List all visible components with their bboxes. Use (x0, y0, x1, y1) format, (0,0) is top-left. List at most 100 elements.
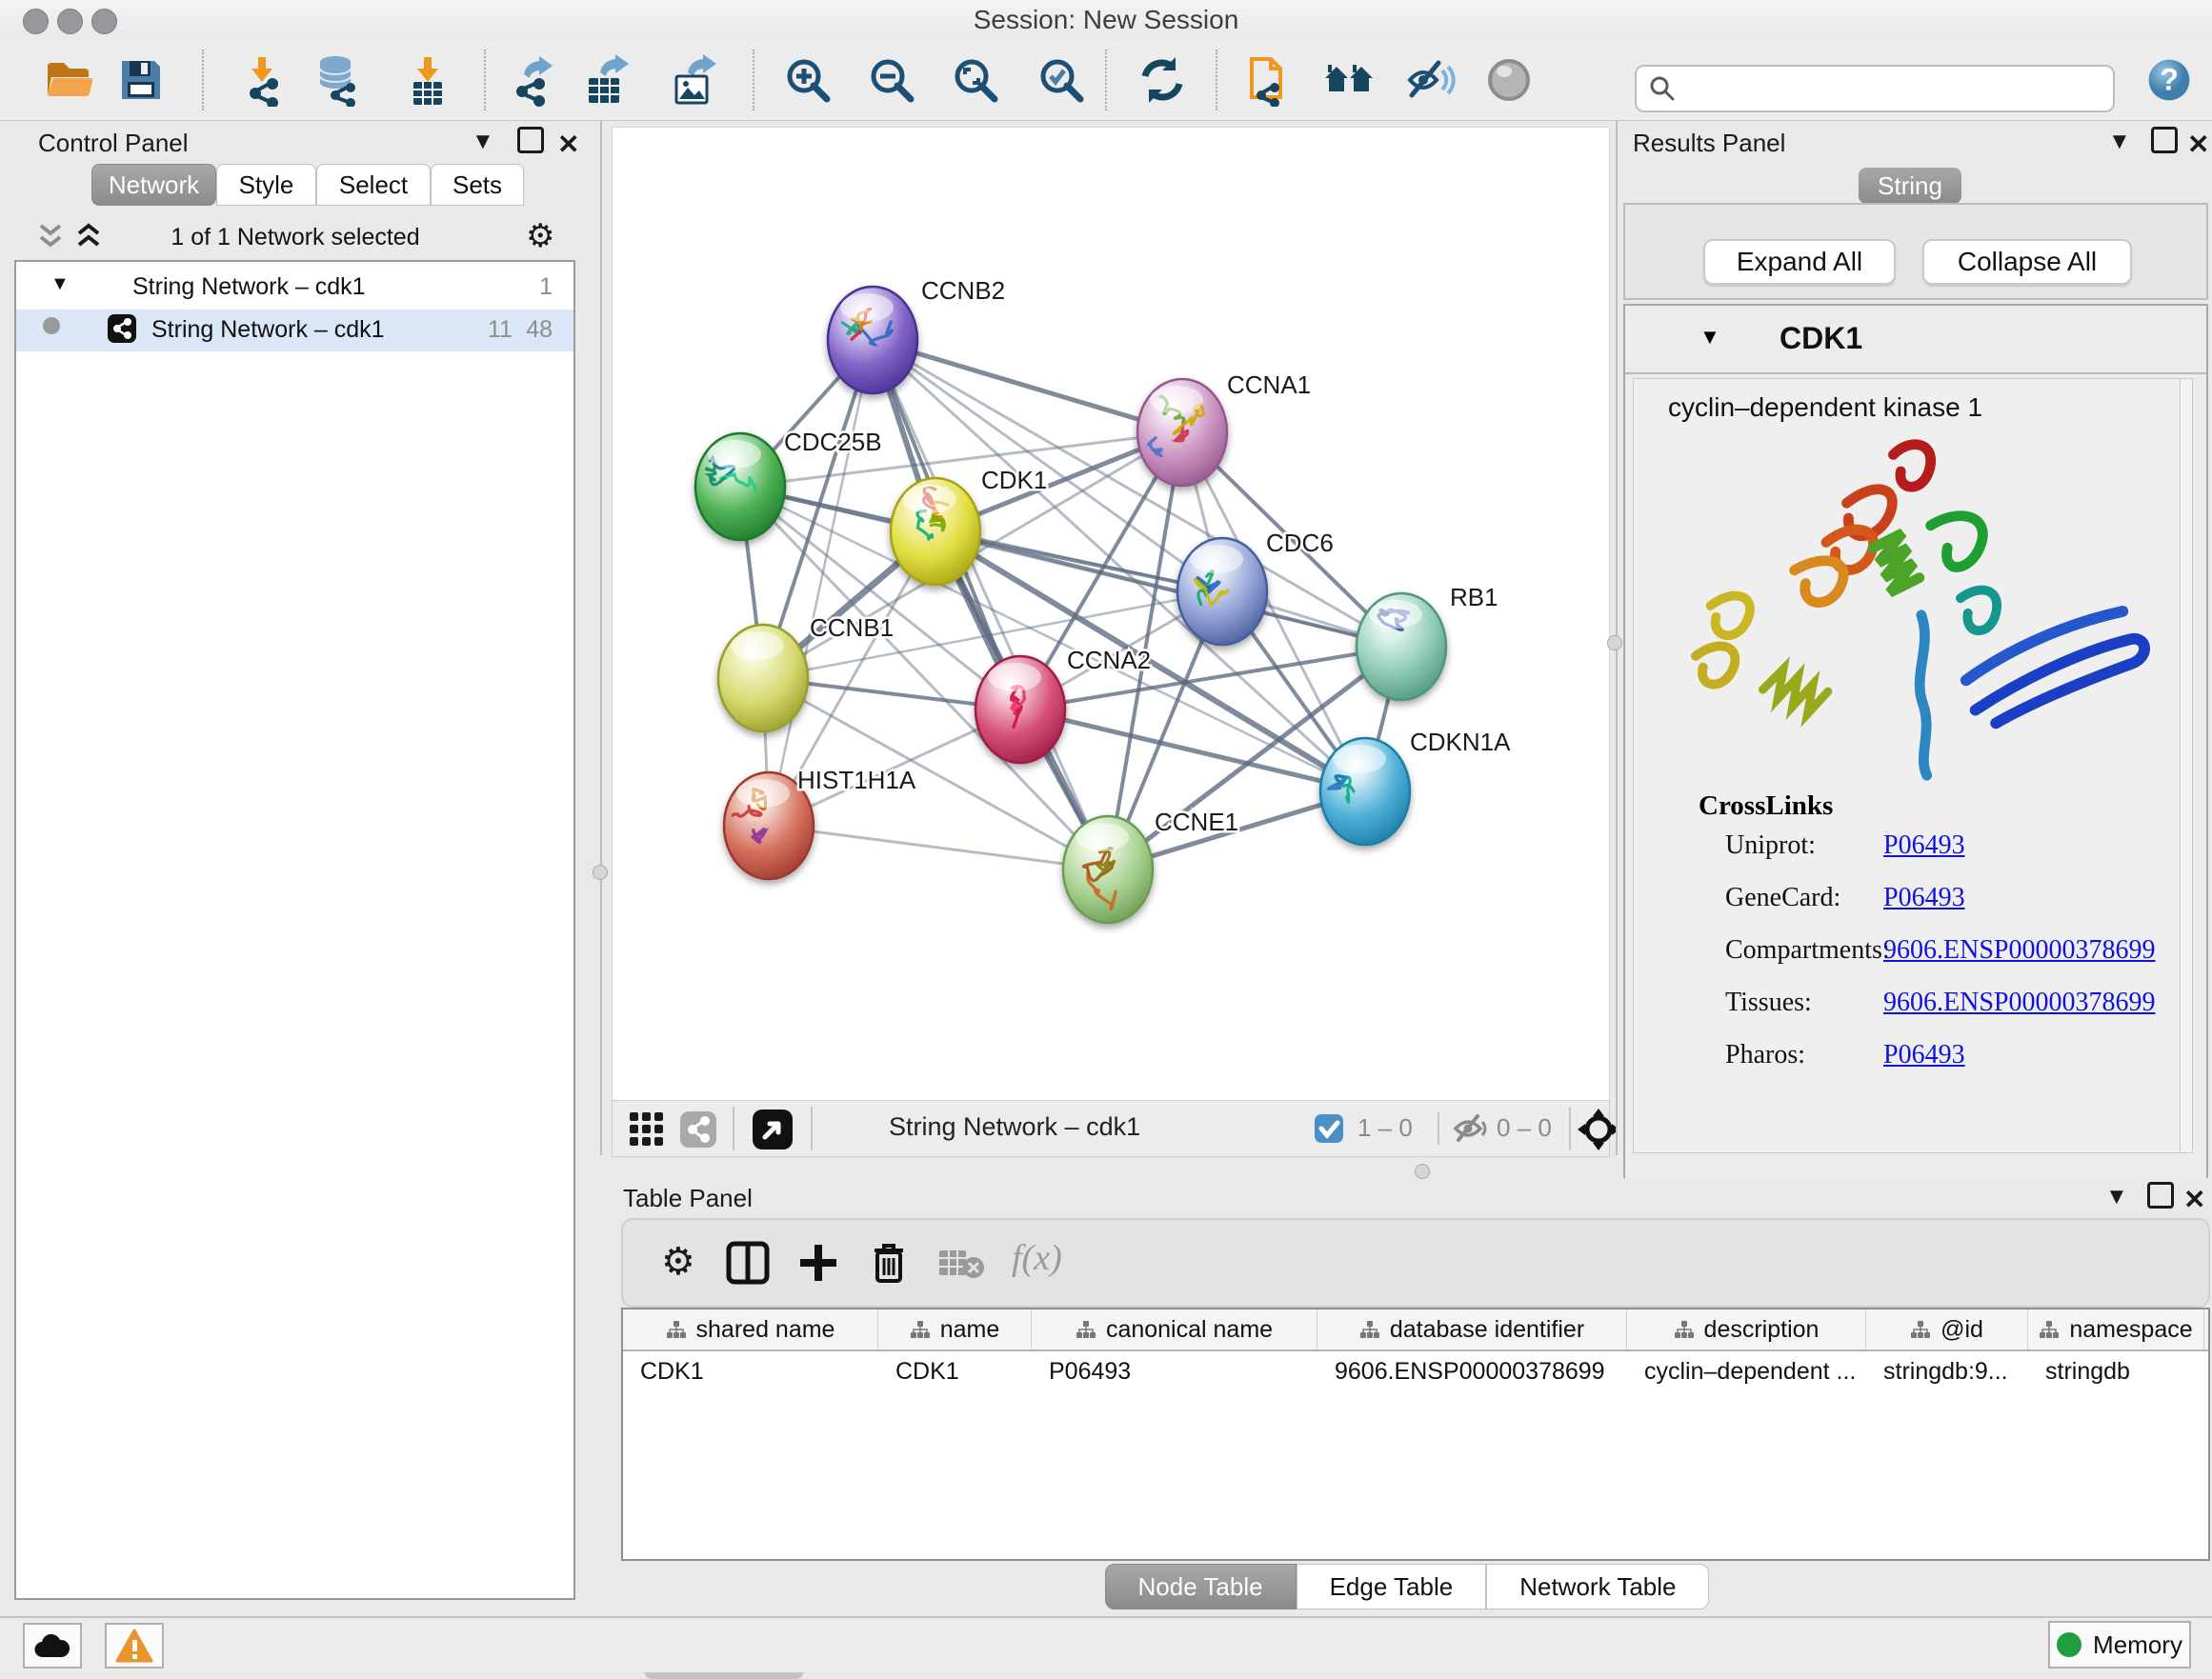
memory-button[interactable]: Memory (2048, 1621, 2191, 1669)
help-icon[interactable]: ? (2145, 56, 2193, 104)
column-header--id[interactable]: @id (1866, 1309, 2028, 1349)
network-row-selected[interactable]: String Network – cdk1 11 48 (16, 310, 573, 351)
network-canvas[interactable]: CCNB2CCNA1CDC25BCDK1CDC6RB1CCNB1CCNA2CDK… (612, 127, 1610, 1102)
network-node-ccne1[interactable] (1063, 816, 1153, 923)
search-input[interactable] (1686, 69, 2100, 107)
crosslink-link[interactable]: 9606.ENSP00000378699 (1883, 935, 2155, 966)
column-header-canonical-name[interactable]: canonical name (1032, 1309, 1317, 1349)
search-field[interactable] (1635, 65, 2115, 112)
selected-checkbox-icon[interactable] (1314, 1113, 1344, 1144)
column-header-description[interactable]: description (1627, 1309, 1866, 1349)
right-splitter-handle[interactable] (1607, 635, 1622, 650)
import-table-icon[interactable] (400, 53, 453, 107)
table-panel-float-icon[interactable] (2147, 1182, 2174, 1209)
warnings-button[interactable] (105, 1623, 164, 1669)
delete-column-icon[interactable] (867, 1239, 911, 1287)
column-header-database-identifier[interactable]: database identifier (1317, 1309, 1627, 1349)
import-network-icon[interactable] (234, 53, 288, 107)
zoom-fit-icon[interactable] (949, 53, 1002, 107)
table-cell[interactable]: P06493 (1032, 1351, 1317, 1391)
node-table[interactable]: shared namenamecanonical namedatabase id… (621, 1308, 2210, 1561)
network-edge[interactable] (769, 340, 873, 826)
tab-network-table[interactable]: Network Table (1486, 1564, 1709, 1609)
tab-network[interactable]: Network (91, 164, 216, 206)
zoom-out-icon[interactable] (865, 53, 918, 107)
collapse-all-icon[interactable] (34, 220, 67, 252)
crosslink-link[interactable]: P06493 (1883, 883, 1965, 913)
table-cell[interactable]: cyclin–dependent ... (1627, 1351, 1866, 1391)
column-header-shared-name[interactable]: shared name (623, 1309, 878, 1349)
results-panel-collapse-icon[interactable]: ▼ (2108, 129, 2131, 155)
table-cell[interactable]: CDK1 (623, 1351, 878, 1391)
table-options-gear-icon[interactable]: ⚙ (661, 1243, 695, 1281)
results-panel-float-icon[interactable] (2151, 127, 2178, 153)
save-session-icon[interactable] (114, 53, 168, 107)
table-cell[interactable]: stringdb:9... (1866, 1351, 2028, 1391)
table-cell[interactable]: CDK1 (878, 1351, 1032, 1391)
fit-content-crosshair-icon[interactable] (1577, 1108, 1620, 1151)
column-tree-icon (666, 1320, 687, 1339)
network-node-ccnb2[interactable] (828, 287, 917, 393)
column-tree-icon (1359, 1320, 1380, 1339)
control-panel-float-icon[interactable] (517, 127, 544, 153)
crosslink-link[interactable]: P06493 (1883, 1040, 1965, 1070)
column-header-namespace[interactable]: namespace (2028, 1309, 2204, 1349)
table-cell[interactable]: 9606.ENSP00000378699 (1317, 1351, 1627, 1391)
network-node-ccnb1[interactable] (718, 625, 808, 731)
tab-node-table[interactable]: Node Table (1105, 1564, 1297, 1609)
tab-style[interactable]: Style (216, 164, 316, 206)
hide-glass-effect-icon[interactable] (1402, 53, 1456, 107)
network-node-rb1[interactable] (1357, 593, 1446, 700)
show-columns-icon[interactable] (726, 1241, 770, 1285)
table-panel-collapse-icon[interactable]: ▼ (2105, 1184, 2128, 1210)
control-panel-close-icon[interactable]: ✕ (557, 129, 579, 160)
zoom-selected-icon[interactable] (1035, 53, 1088, 107)
toolbar-separator (1216, 50, 1217, 110)
bottom-splitter-handle[interactable] (1415, 1164, 1430, 1179)
network-node-cdc6[interactable] (1177, 538, 1267, 645)
results-scrollbar[interactable] (2180, 379, 2192, 1152)
tab-select[interactable]: Select (316, 164, 431, 206)
export-image-icon[interactable] (667, 53, 720, 107)
network-edge[interactable] (873, 340, 1182, 432)
collapse-all-button[interactable]: Collapse All (1922, 239, 2132, 285)
expand-all-button[interactable]: Expand All (1703, 239, 1896, 285)
section-expander-icon[interactable]: ▼ (1699, 325, 1720, 350)
table-panel-close-icon[interactable]: ✕ (2183, 1184, 2205, 1215)
string-document-icon[interactable] (1238, 53, 1292, 107)
table-row[interactable]: CDK1CDK1P064939606.ENSP00000378699cyclin… (623, 1351, 2208, 1391)
birdseye-view-icon[interactable] (752, 1109, 794, 1150)
crosslink-link[interactable]: P06493 (1883, 830, 1965, 861)
open-session-icon[interactable] (42, 53, 95, 107)
zoom-in-icon[interactable] (781, 53, 835, 107)
cloud-button[interactable] (23, 1623, 82, 1669)
network-collection-row[interactable]: ▼ String Network – cdk1 1 (16, 270, 573, 308)
tab-edge-table[interactable]: Edge Table (1297, 1564, 1487, 1609)
network-node-cdkn1a[interactable] (1320, 738, 1410, 845)
node-section-header[interactable]: ▼ CDK1 (1625, 306, 2206, 374)
export-table-icon[interactable] (579, 53, 633, 107)
grid-view-icon[interactable] (628, 1110, 666, 1149)
tab-sets[interactable]: Sets (431, 164, 524, 206)
network-node-cdk1[interactable] (891, 478, 980, 585)
network-options-gear-icon[interactable]: ⚙ (526, 220, 554, 252)
network-node-cdc25b[interactable] (695, 433, 785, 540)
expand-all-icon[interactable] (72, 220, 105, 252)
update-icon[interactable] (1136, 53, 1189, 107)
table-cell[interactable]: stringdb (2028, 1351, 2204, 1391)
add-column-icon[interactable] (796, 1241, 840, 1285)
crosslink-link[interactable]: 9606.ENSP00000378699 (1883, 988, 2155, 1018)
left-splitter-handle[interactable] (593, 865, 608, 880)
import-database-icon[interactable] (311, 53, 364, 107)
network-node-ccna1[interactable] (1137, 379, 1227, 486)
export-network-icon[interactable] (505, 53, 558, 107)
home-icon[interactable] (1322, 53, 1376, 107)
results-panel-close-icon[interactable]: ✕ (2187, 129, 2209, 160)
control-panel-collapse-icon[interactable]: ▼ (472, 129, 494, 155)
share-view-icon[interactable] (679, 1110, 717, 1149)
column-header-name[interactable]: name (878, 1309, 1032, 1349)
tab-string[interactable]: String (1859, 168, 1961, 204)
collection-expander-icon[interactable]: ▼ (50, 273, 70, 295)
network-edge[interactable] (769, 826, 1108, 869)
network-node-ccna2[interactable] (975, 656, 1065, 763)
